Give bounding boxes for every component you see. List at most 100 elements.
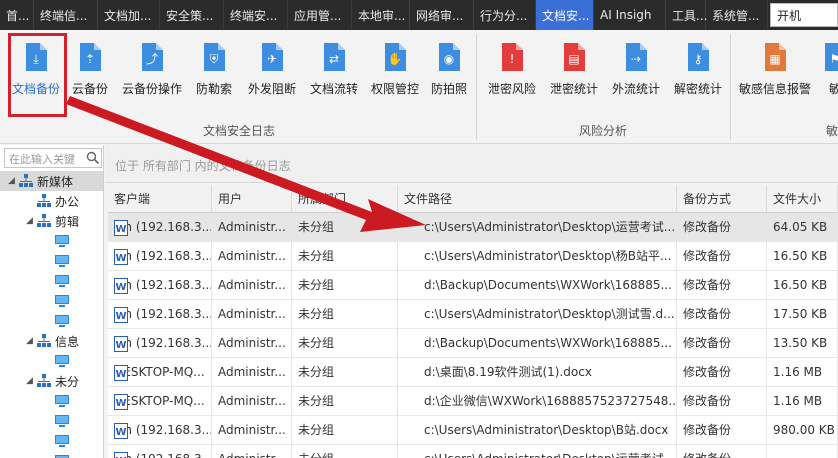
word-file-icon: W	[114, 452, 128, 458]
expand-arrow-icon[interactable]: ◢	[26, 376, 36, 386]
tree-node[interactable]: ◢ 新媒体	[0, 171, 103, 191]
cell-size: 16.50 KB	[767, 271, 838, 300]
anti-ransomware-button[interactable]: ⛨ 防勒索	[192, 32, 236, 116]
cell-size: 980.00 KB	[767, 416, 838, 445]
word-file-icon: W	[114, 307, 128, 323]
column-header[interactable]: 客户端	[108, 185, 212, 213]
cloud-backup-operation-button[interactable]: ⤴ 云备份操作	[120, 32, 184, 116]
ribbon-button-label: 云备份	[71, 82, 108, 96]
menu-item[interactable]: 行为分...	[474, 0, 536, 30]
tree-node[interactable]	[44, 271, 73, 291]
location-text: 位于 所有部门 内的文档备份日志	[115, 159, 291, 173]
table-row[interactable]: yin (192.168.3.... Administr... 未分组 Wd:\Bac…	[108, 329, 838, 358]
sensitive-alarm-button[interactable]: ▦ 敏感信息报警	[736, 32, 814, 116]
tree-node[interactable]: ◢ 剪辑	[26, 211, 79, 231]
tree-node[interactable]: ◢ 信息	[26, 331, 79, 351]
table-row[interactable]: DESKTOP-MQ... Administr... 未分组 Wd:\桌面\8.19软…	[108, 358, 838, 387]
department-icon	[36, 374, 52, 388]
svg-text:⚑: ⚑	[830, 52, 838, 66]
cell-user: Administr...	[212, 300, 292, 329]
table-row[interactable]: yin (192.168.3....Administr...未分组Wc:\Use…	[108, 300, 838, 329]
column-header[interactable]: 所属部门	[292, 185, 398, 213]
expand-arrow-icon[interactable]: ◢	[26, 216, 36, 226]
menu-item[interactable]: 终端信...	[34, 0, 98, 30]
column-header[interactable]: 文件大小	[767, 185, 838, 213]
tree-node[interactable]	[44, 231, 73, 251]
cell-path: c:\Users\Administrator\Desktop\B站.docx	[398, 416, 677, 445]
top-search-input[interactable]: 开机	[770, 3, 838, 27]
expand-arrow-icon[interactable]: ◢	[8, 176, 18, 186]
table-row[interactable]: yin (192.168.3....Administr...未分组Wc:\Use…	[108, 416, 838, 445]
department-icon	[18, 174, 34, 188]
cloud-backup-button[interactable]: ⇡ 云备份	[68, 32, 112, 116]
svg-text:⇡: ⇡	[85, 52, 95, 66]
tree-node[interactable]	[44, 391, 73, 411]
outbound-block-button[interactable]: ✈ 外发阻断	[244, 32, 300, 116]
sensitive-button[interactable]: ⚑ 敏	[820, 32, 838, 116]
column-header[interactable]: 备份方式	[677, 185, 767, 213]
menu-item[interactable]: 应用管...	[288, 0, 352, 30]
tree-node[interactable]	[44, 431, 73, 451]
ribbon-button-label: 泄密统计	[549, 82, 598, 96]
table-row[interactable]: DESKTOP-MQ... Administr... 未分组 Wd:\企业微信\WXW…	[108, 387, 838, 416]
menu-item[interactable]: 文档加...	[98, 0, 160, 30]
svg-text:⇢: ⇢	[631, 52, 641, 66]
menu-item[interactable]: 网络审...	[410, 0, 474, 30]
menu-item[interactable]: 首...	[0, 0, 34, 30]
cell-path: d:\企业微信\WXWork\1688857523727548...	[398, 387, 677, 416]
table-row[interactable]: yin (192.168.3....Administr...未分组Wc:\Use…	[108, 242, 838, 271]
anti-photo-button[interactable]: ◉ 防拍照	[428, 32, 470, 116]
tree-node[interactable]: ◢ 未分	[26, 371, 79, 391]
column-header[interactable]: 用户	[212, 185, 292, 213]
svg-text:W: W	[115, 282, 126, 293]
tree-node[interactable]	[44, 351, 73, 371]
leak-risk-button[interactable]: ! 泄密风险	[484, 32, 540, 116]
department-tree: 在此输入关键 ◢ 新媒体 办公 ◢ 剪辑 ◢ 信息 ◢ 未分	[0, 145, 104, 458]
search-icon[interactable]	[86, 151, 100, 165]
cell-user: Administr...	[212, 445, 292, 458]
tree-node[interactable]	[44, 291, 73, 311]
table-row[interactable]: yin (192.168.3....Administr...未分组Wc:\Use…	[108, 445, 838, 458]
svg-text:✋: ✋	[388, 52, 403, 66]
menu-item[interactable]: 系统管...	[706, 0, 768, 30]
cell-method: 修改备份	[677, 329, 767, 358]
permission-control-button[interactable]: ✋ 权限管控	[367, 32, 423, 116]
expand-arrow-icon[interactable]: ◢	[26, 336, 36, 346]
menu-item[interactable]: 安全策...	[160, 0, 224, 30]
menu-item[interactable]: 文档安...	[536, 0, 594, 30]
menu-item[interactable]: AI Insigh	[594, 0, 666, 30]
cell-user: Administr...	[212, 329, 292, 358]
computer-icon	[54, 254, 70, 268]
ribbon-button-label: 敏	[828, 82, 838, 96]
tree-node[interactable]	[44, 451, 73, 458]
column-header[interactable]: 文件路径	[398, 185, 677, 213]
menu-item[interactable]: 终端安...	[224, 0, 288, 30]
cell-dept: 未分组	[292, 387, 398, 416]
tree-node-label: 信息	[55, 334, 80, 349]
decrypt-stats-icon: ⚷	[681, 40, 715, 74]
outflow-stats-icon: ⇢	[619, 40, 653, 74]
tree-node[interactable]	[44, 311, 73, 331]
top-menu-bar: 首... 终端信... 文档加... 安全策... 终端安... 应用管... 本地审...…	[0, 0, 838, 30]
ribbon-toolbar: ⤓ 文档备份 ⇡ 云备份 ⤴ 云备份操作 ⛨ 防勒索 ✈ 外发阻断 ⇄ 文档流转 ✋ 权限管控 ◉ 防拍照 ! 泄…	[0, 30, 838, 144]
cell-dept: 未分组	[292, 445, 398, 458]
table-row[interactable]: yin (192.168.3.... Administr... 未分组 Wd:\Bac…	[108, 271, 838, 300]
menu-item[interactable]: 本地审...	[352, 0, 410, 30]
ribbon-button-label: 外发阻断	[247, 82, 296, 96]
leak-stats-button[interactable]: ▤ 泄密统计	[546, 32, 602, 116]
doc-backup-icon: ⤓	[19, 40, 53, 74]
ribbon-button-label: 文档流转	[309, 82, 358, 96]
cell-method: 修改备份	[677, 242, 767, 271]
doc-flow-button[interactable]: ⇄ 文档流转	[305, 32, 363, 116]
menu-item[interactable]: 工具...	[666, 0, 707, 30]
tree-node[interactable]	[44, 251, 73, 271]
ribbon-group-label: 文档安全日志	[203, 124, 276, 138]
outflow-stats-button[interactable]: ⇢ 外流统计	[608, 32, 664, 116]
table-row[interactable]: yin (192.168.3....Administr...未分组Wc:\Use…	[108, 213, 838, 242]
svg-text:✈: ✈	[267, 52, 277, 66]
tree-node[interactable]	[44, 411, 73, 431]
tree-node[interactable]: 办公	[26, 191, 79, 211]
decrypt-stats-button[interactable]: ⚷ 解密统计	[670, 32, 726, 116]
doc-backup-button[interactable]: ⤓ 文档备份	[8, 32, 64, 116]
computer-icon	[54, 354, 70, 368]
